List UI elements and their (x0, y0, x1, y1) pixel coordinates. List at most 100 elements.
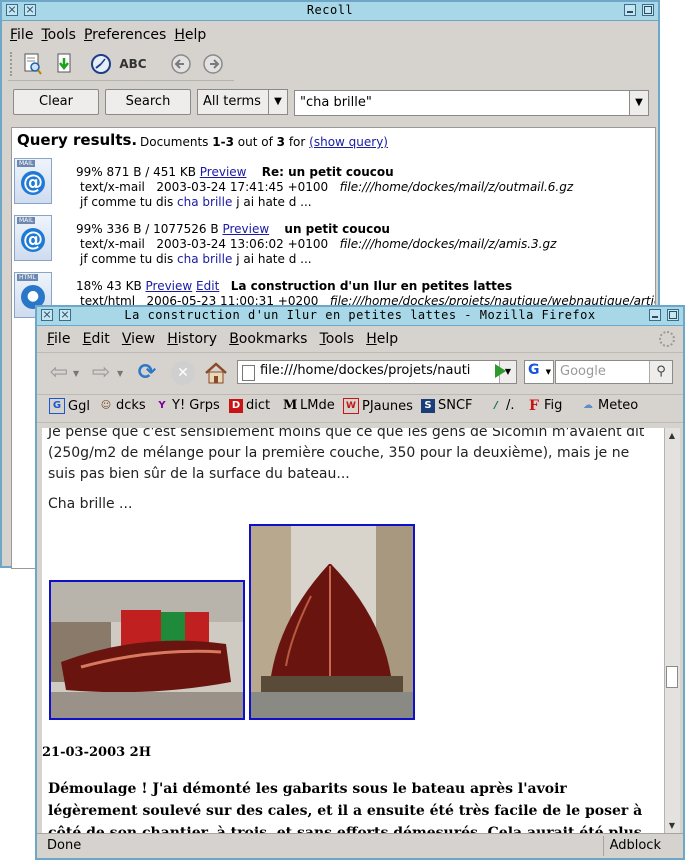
boat-photo-side[interactable] (49, 580, 245, 720)
menu-file[interactable]: File (43, 328, 74, 350)
paragraph: Je pense que c'est sensiblement moins qu… (48, 428, 645, 482)
magnifier-icon[interactable]: ⚲ (649, 361, 672, 383)
window-title: Recoll (306, 3, 354, 17)
menu-tools[interactable]: Tools (316, 328, 359, 350)
paragraph: Démoulage ! J'ai démonté les gabarits so… (48, 781, 643, 834)
page-icon (242, 365, 255, 381)
result-meta: text/x-mail 2003-03-24 17:41:45 +0100 fi… (80, 180, 574, 194)
mail-icon: MAIL @ (14, 215, 52, 261)
result-header: 99% 336 B / 1077526 B Preview un petit c… (76, 222, 390, 236)
result-title: un petit coucou (284, 222, 390, 236)
bookmark-sncf[interactable]: S SNCF (421, 398, 473, 413)
recoll-titlebar[interactable]: Recoll (2, 2, 658, 21)
bookmark-meteo[interactable]: ☁ Meteo (581, 398, 638, 413)
paragraph: Cha brille ... (48, 496, 133, 512)
mail-icon: MAIL @ (14, 158, 52, 204)
document-update-icon[interactable] (52, 51, 78, 77)
back-arrow-icon[interactable] (168, 51, 194, 77)
slashdot-icon: / (494, 399, 498, 411)
firefox-titlebar[interactable]: La construction d'un Ilur en petites lat… (37, 307, 683, 326)
sncf-icon: S (421, 398, 435, 413)
result-meta: text/x-mail 2003-03-24 13:06:02 +0100 fi… (80, 237, 557, 251)
recoll-toolbar: ABC (8, 48, 234, 81)
forward-arrow-icon[interactable] (200, 51, 226, 77)
navigation-toolbar: ⇦ ▼ ⇨ ▼ ⟳ ✕ file:///home/dockes/projets/… (37, 352, 683, 393)
bookmark-ggl[interactable]: G Ggl (49, 398, 90, 414)
lemonde-icon: M (283, 397, 298, 413)
dict-icon: D (229, 398, 243, 413)
go-icon[interactable] (495, 364, 506, 378)
clock-icon[interactable] (88, 51, 114, 77)
firefox-menubar: File Edit View History Bookmarks Tools H… (43, 328, 683, 350)
url-bar[interactable]: file:///home/dockes/projets/nauti ▼ (237, 360, 517, 384)
menu-history[interactable]: History (163, 328, 221, 350)
status-bar: Done Adblock (37, 833, 683, 858)
document-search-icon[interactable] (20, 51, 46, 77)
maximize-icon[interactable] (667, 309, 679, 321)
bookmark-lmde[interactable]: M LMde (283, 398, 335, 413)
boat-photo-hull[interactable] (249, 524, 415, 720)
result-title: La construction d'un Ilur en petites lat… (230, 279, 513, 293)
reload-icon[interactable]: ⟳ (135, 361, 159, 385)
query-input[interactable]: "cha brille" ▼ (294, 90, 649, 116)
bookmark-dict[interactable]: Ddict (229, 398, 270, 413)
status-text: Done (47, 838, 82, 853)
clear-button[interactable]: Clear (13, 89, 99, 115)
menu-help[interactable]: Help (362, 328, 402, 350)
bookmark-slashdot[interactable]: //. (489, 398, 514, 413)
google-icon: G (49, 398, 65, 414)
results-summary: Documents 1-3 out of 3 for (show query) (140, 135, 388, 149)
yahoo-icon: Y (158, 399, 166, 411)
forward-arrow-icon[interactable]: ⇨ (89, 361, 113, 385)
show-query-link[interactable]: (show query) (309, 135, 388, 149)
person-icon: ☺ (100, 399, 112, 411)
back-arrow-icon[interactable]: ⇦ (47, 361, 71, 385)
edit-link[interactable]: Edit (196, 279, 219, 293)
search-mode-select[interactable]: All terms ▼ (197, 89, 288, 115)
results-heading: Query results. (17, 131, 138, 149)
result-header: 18% 43 KB Preview Edit La construction d… (76, 279, 513, 293)
chevron-down-icon: ▼ (268, 90, 287, 114)
firefox-window: La construction d'un Ilur en petites lat… (35, 305, 685, 860)
window-title: La construction d'un Ilur en petites lat… (124, 308, 596, 322)
weather-icon: ☁ (583, 399, 593, 411)
menu-edit[interactable]: Edit (79, 328, 114, 350)
menu-bookmarks[interactable]: Bookmarks (225, 328, 311, 350)
result-title: Re: un petit coucou (261, 165, 394, 179)
menu-tools[interactable]: Tools (37, 24, 80, 46)
menu-help[interactable]: Help (170, 24, 210, 46)
bookmark-ygrps[interactable]: Y Y! Grps (155, 398, 219, 413)
date-heading: 21-03-2003 2H (42, 745, 152, 760)
bookmark-fig[interactable]: F Fig (527, 398, 562, 413)
maximize-icon[interactable] (642, 4, 654, 16)
recoll-menubar: File Tools Preferences Help (6, 24, 658, 46)
minimize-icon[interactable] (624, 4, 636, 16)
scrollbar-thumb[interactable] (666, 666, 678, 688)
preview-link[interactable]: Preview (222, 222, 269, 236)
bookmarks-toolbar: G Ggl ☺ dcks Y Y! Grps Ddict M LMde W PJaunes… (37, 394, 683, 423)
page-content[interactable]: Je pense que c'est sensiblement moins qu… (42, 428, 664, 834)
scroll-up-icon[interactable]: ▲ (666, 429, 678, 443)
preview-link[interactable]: Preview (146, 279, 193, 293)
result-abstract: jf comme tu dis cha brille j ai hate d .… (80, 195, 312, 209)
spellcheck-icon[interactable]: ABC (119, 51, 146, 77)
chevron-down-icon[interactable]: ▼ (629, 91, 648, 115)
minimize-icon[interactable] (649, 309, 661, 321)
home-icon[interactable] (203, 361, 229, 385)
menu-view[interactable]: View (118, 328, 159, 350)
search-engine-selector[interactable]: G ▼ (524, 360, 554, 384)
bookmark-pjaunes[interactable]: W PJaunes (343, 398, 413, 414)
web-search-input[interactable]: Google ⚲ (555, 360, 673, 384)
menu-file[interactable]: File (6, 24, 37, 46)
adblock-status[interactable]: Adblock (602, 836, 667, 856)
result-header: 99% 871 B / 451 KB Preview Re: un petit … (76, 165, 394, 179)
scroll-down-icon[interactable]: ▼ (666, 819, 678, 833)
search-button[interactable]: Search (105, 89, 191, 115)
vertical-scrollbar[interactable]: ▲ ▼ (664, 428, 680, 834)
bookmark-dcks[interactable]: ☺ dcks (99, 398, 146, 413)
preview-link[interactable]: Preview (200, 165, 247, 179)
menu-preferences[interactable]: Preferences (80, 24, 170, 46)
stop-icon[interactable]: ✕ (171, 361, 195, 385)
pagesjaunes-icon: W (343, 398, 359, 414)
throbber-icon (659, 331, 675, 347)
